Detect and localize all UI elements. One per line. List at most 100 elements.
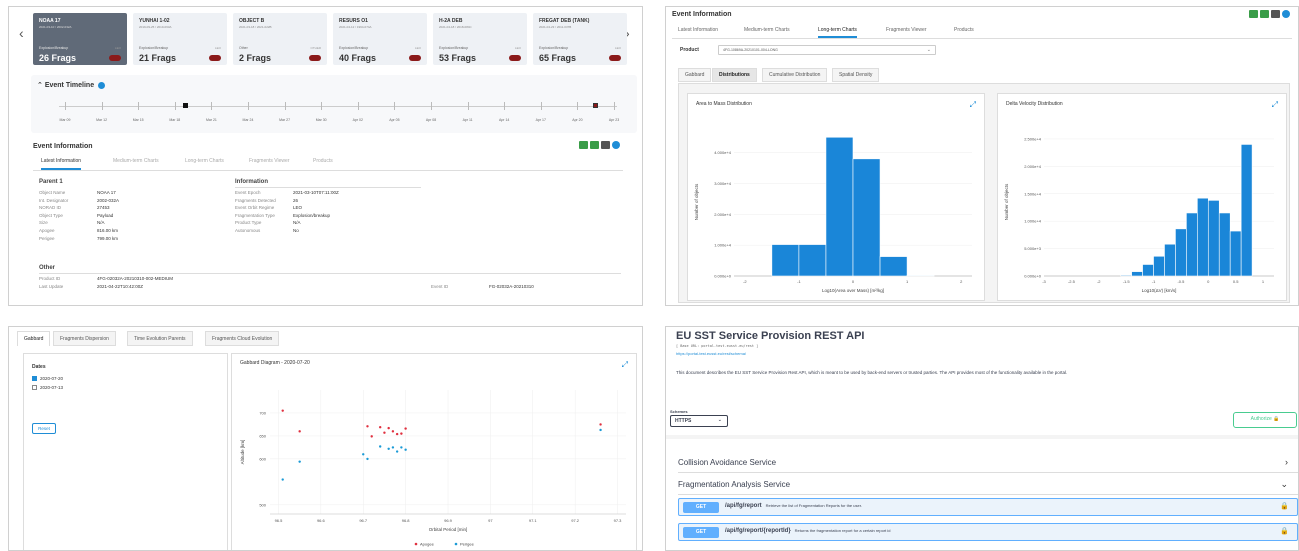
scatter-point-perigee[interactable] — [404, 448, 407, 451]
histogram-bar[interactable] — [852, 158, 881, 277]
tab-products[interactable]: Products — [954, 27, 974, 33]
tab-fragments-cloud-evolution[interactable]: Fragments Cloud Evolution — [205, 331, 280, 346]
tab-medium-term-charts[interactable]: Medium-term Charts — [113, 158, 159, 164]
lock-icon[interactable]: 🔒 — [1280, 527, 1289, 535]
scatter-point-apogee[interactable] — [404, 427, 407, 430]
histogram-bar[interactable] — [1120, 274, 1132, 277]
tab-latest-information[interactable]: Latest Information — [678, 27, 718, 33]
legend-label[interactable]: Perigee — [460, 542, 475, 547]
export-pdf-icon[interactable] — [1271, 10, 1280, 18]
tab-long-term-charts[interactable]: Long-term Charts — [185, 158, 224, 164]
fragmentation-card[interactable]: OBJECT B 2021-03-18 / 2021-022B Other OTHER… — [233, 13, 327, 65]
date-option[interactable]: 2020-07-13 — [32, 385, 63, 391]
export-csv-icon[interactable] — [579, 141, 588, 149]
histogram-bar[interactable] — [1240, 144, 1253, 277]
scatter-point-apogee[interactable] — [370, 435, 373, 438]
tab-distributions[interactable]: Distributions — [712, 68, 757, 82]
tab-fragments-dispersion[interactable]: Fragments Dispersion — [53, 331, 116, 346]
histogram-bar[interactable] — [1229, 230, 1242, 277]
reset-button[interactable]: Reset — [32, 423, 56, 434]
timeline-event-marker[interactable] — [183, 103, 188, 108]
export-json-icon[interactable] — [590, 141, 599, 149]
collapse-caret-icon[interactable]: ⌃ — [37, 82, 43, 89]
histogram-bar[interactable] — [771, 244, 800, 277]
chevron-left-icon[interactable]: ‹ — [19, 25, 24, 41]
detail-value: 816.00 km — [97, 227, 119, 233]
histogram-bar[interactable] — [1218, 212, 1231, 277]
scatter-point-apogee[interactable] — [599, 423, 602, 426]
scatter-point-apogee[interactable] — [281, 409, 284, 412]
histogram-bar[interactable] — [1164, 243, 1176, 277]
histogram-bar[interactable] — [1186, 212, 1198, 277]
api-operation[interactable]: GET/api/fg/report Retrieve the list of Fr… — [678, 498, 1298, 516]
scatter-point-perigee[interactable] — [599, 428, 602, 432]
date-checkbox[interactable] — [32, 385, 37, 391]
card-date: 2021-04-18 / 2018-084C — [439, 25, 472, 29]
tab-long-term-charts[interactable]: Long-term Charts — [818, 27, 857, 38]
histogram-bar[interactable] — [1142, 264, 1154, 277]
scatter-point-apogee[interactable] — [298, 430, 301, 433]
schema-link[interactable]: https://portal-test.eusst.eu/rest/schema… — [676, 351, 746, 356]
scatter-point-perigee[interactable] — [387, 447, 390, 450]
scatter-point-perigee[interactable] — [378, 445, 382, 448]
fragmentation-card[interactable]: FREGAT DEB (TANK) 2021-04-23 / 2011-037B E… — [533, 13, 627, 65]
scatter-point-apogee[interactable] — [378, 426, 382, 429]
tab-time-evolution-parents[interactable]: Time Evolution Parents — [127, 331, 193, 346]
tab-products[interactable]: Products — [313, 158, 333, 164]
scatter-point-apogee[interactable] — [400, 432, 403, 435]
y-tick-label: 1.500e+4 — [1024, 191, 1042, 196]
tab-fragments-viewer[interactable]: Fragments Viewer — [249, 158, 289, 164]
date-option[interactable]: 2020-07-20 — [32, 376, 63, 382]
date-checkbox[interactable] — [32, 376, 37, 382]
scatter-point-perigee[interactable] — [362, 453, 365, 456]
scatter-point-perigee[interactable] — [400, 446, 403, 449]
scatter-point-perigee[interactable] — [281, 478, 284, 481]
histogram-bar[interactable] — [1197, 197, 1209, 277]
scatter-point-apogee[interactable] — [387, 426, 390, 430]
tab-latest-information[interactable]: Latest Information — [41, 158, 82, 170]
histogram-bar[interactable] — [1175, 228, 1187, 277]
tab-fragments-viewer[interactable]: Fragments Viewer — [886, 27, 926, 33]
histogram-bar[interactable] — [798, 244, 827, 277]
scatter-point-perigee[interactable] — [391, 446, 395, 449]
scatter-point-apogee[interactable] — [391, 430, 395, 433]
help-icon[interactable] — [1282, 10, 1290, 18]
tab-gabbard[interactable]: Gabbard — [17, 331, 51, 346]
scatter-point-apogee[interactable] — [383, 431, 386, 434]
service-section-fragmentation-analysis[interactable]: Fragmentation Analysis Service ⌄ — [678, 475, 1298, 495]
histogram-bar[interactable] — [1131, 271, 1143, 277]
scatter-point-perigee[interactable] — [395, 450, 399, 453]
histogram-bar[interactable] — [1153, 255, 1165, 277]
api-operation[interactable]: GET/api/fg/report/{reportId} Returns the … — [678, 523, 1298, 541]
service-section-collision-avoidance[interactable]: Collision Avoidance Service › — [678, 453, 1298, 473]
export-json-icon[interactable] — [1260, 10, 1269, 18]
schemes-select[interactable]: HTTPS ⌄ — [670, 415, 728, 427]
tab-medium-term-charts[interactable]: Medium-term Charts — [744, 27, 790, 33]
legend-label[interactable]: Apogee — [420, 542, 435, 547]
scatter-point-apogee[interactable] — [395, 432, 399, 436]
x-tick-label: -1 — [797, 279, 801, 284]
fragmentation-card[interactable]: H-2A DEB 2021-04-18 / 2018-084C Explosion/… — [433, 13, 527, 65]
lock-icon[interactable]: 🔒 — [1280, 502, 1289, 510]
scatter-point-perigee[interactable] — [298, 460, 301, 463]
histogram-bar[interactable] — [825, 136, 854, 277]
scatter-point-apogee[interactable] — [366, 425, 369, 428]
tab-gabbard[interactable]: Gabbard — [678, 68, 712, 82]
tab-cumulative-distribution[interactable]: Cumulative Distribution — [762, 68, 828, 82]
fragmentation-card[interactable]: NOAA 17 2021-03-10 / 2002-032A Explosion/B… — [33, 13, 127, 65]
fragmentation-card[interactable]: RESURS O1 2021-04-12 / 1994-074A Explosion… — [333, 13, 427, 65]
histogram-bar[interactable] — [1207, 200, 1220, 277]
timeline-event-marker[interactable] — [593, 103, 598, 108]
histogram-bar[interactable] — [906, 275, 935, 277]
tab-spatial-density[interactable]: Spatial Density — [832, 68, 880, 82]
info-icon[interactable] — [98, 81, 106, 89]
help-icon[interactable] — [612, 141, 620, 149]
export-pdf-icon[interactable] — [601, 141, 610, 149]
export-csv-icon[interactable] — [1249, 10, 1258, 18]
product-select[interactable]: 4FG-10869A-20210101-004-LONG ⌄ — [718, 45, 936, 55]
fragmentation-card[interactable]: YUNHAI 1-02 2019-09-25 / 2019-063A Explosi… — [133, 13, 227, 65]
scatter-point-perigee[interactable] — [366, 457, 369, 461]
authorize-button[interactable]: Authorize 🔒 — [1233, 412, 1297, 428]
histogram-bar[interactable] — [879, 256, 908, 277]
x-tick-label: 1 — [1262, 279, 1265, 284]
